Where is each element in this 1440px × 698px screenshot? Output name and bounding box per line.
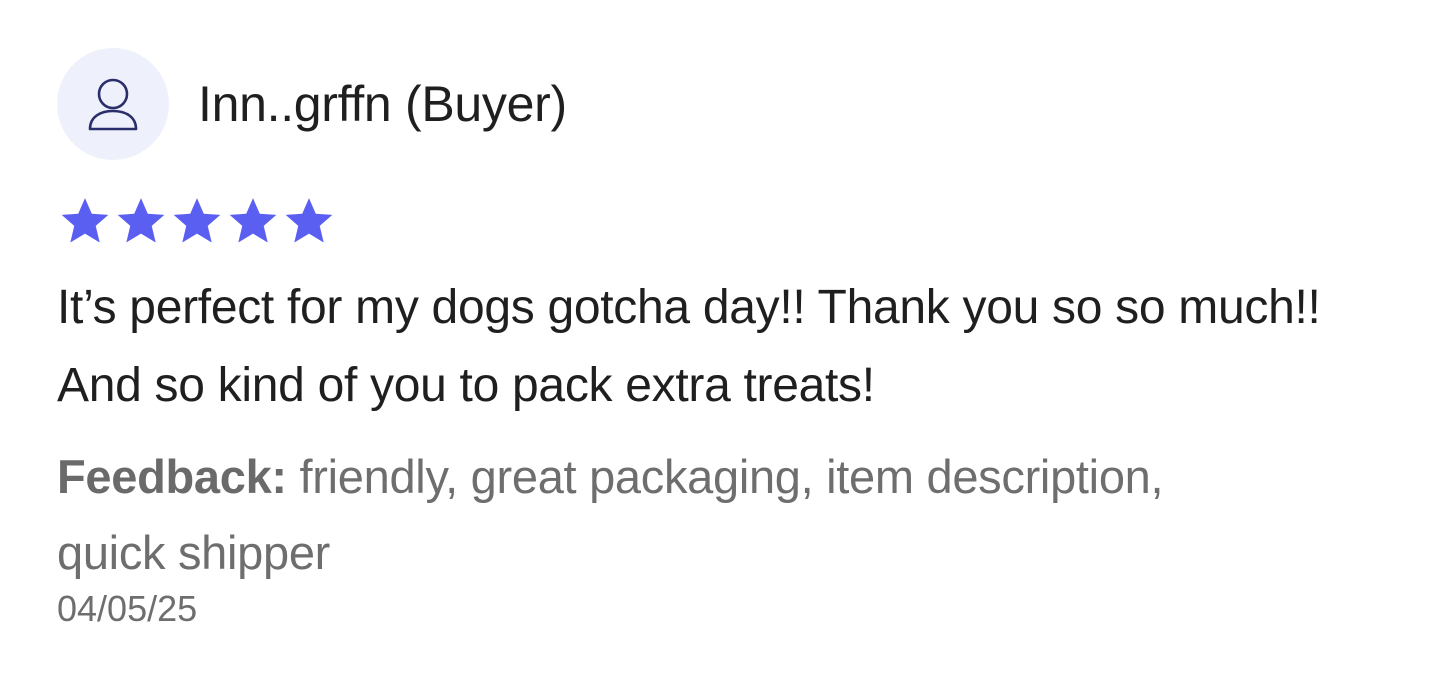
avatar	[57, 48, 169, 160]
star-icon	[173, 198, 221, 243]
reviewer-name: Inn..grffn (Buyer)	[198, 76, 567, 132]
review-date: 04/05/25	[57, 588, 198, 629]
review-header: Inn..grffn (Buyer)	[57, 48, 1397, 160]
feedback-tags: Feedback: friendly, great packaging, ite…	[57, 439, 1257, 591]
review-card: Inn..grffn (Buyer) It’s perfect for my d…	[57, 48, 1397, 633]
star-icon	[61, 198, 109, 243]
star-icon	[229, 198, 277, 243]
user-icon	[88, 78, 138, 131]
star-rating	[57, 193, 1397, 249]
star-icon	[117, 198, 165, 243]
review-text: It’s perfect for my dogs gotcha day!! Th…	[57, 281, 1321, 412]
feedback-label: Feedback:	[57, 450, 287, 503]
star-icon	[285, 198, 333, 243]
